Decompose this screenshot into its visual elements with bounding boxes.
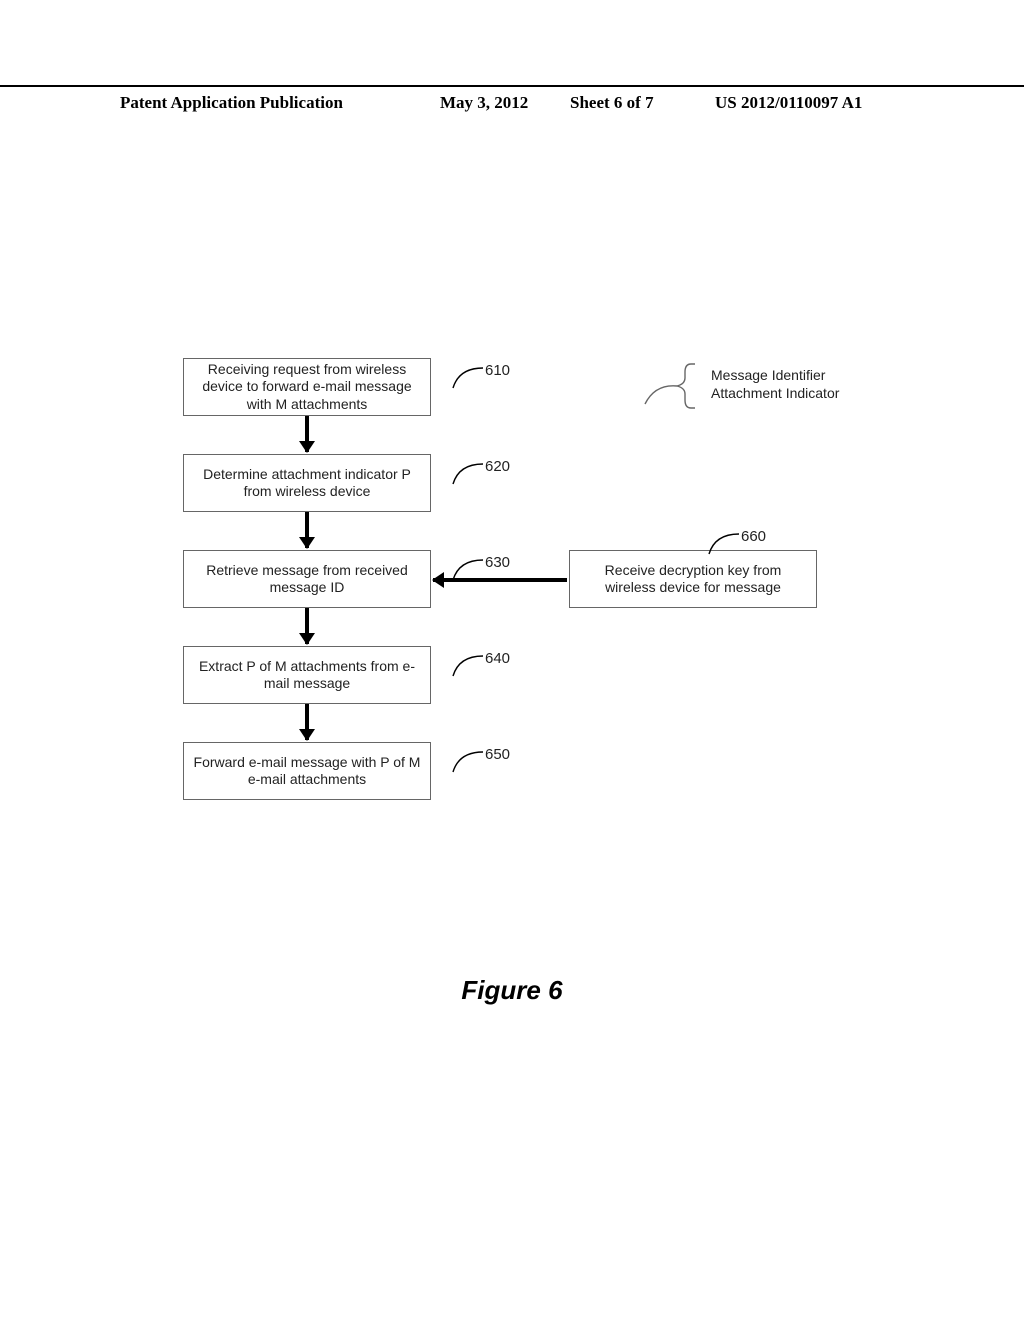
ref-660: 660: [741, 528, 766, 545]
ref-650: 650: [485, 746, 510, 763]
header-left: Patent Application Publication: [120, 93, 343, 113]
step-630-text: Retrieve message from received message I…: [192, 562, 422, 597]
step-620-text: Determine attachment indicator P from wi…: [192, 466, 422, 501]
step-620-box: Determine attachment indicator P from wi…: [183, 454, 431, 512]
header-pubno: US 2012/0110097 A1: [715, 93, 862, 113]
hook-620-icon: [453, 462, 483, 484]
annotation-line2: Attachment Indicator: [711, 384, 839, 402]
annotation-bracket-icon: [645, 364, 695, 408]
step-640-box: Extract P of M attachments from e-mail m…: [183, 646, 431, 704]
arrow-610-620: [305, 416, 309, 452]
hook-640-icon: [453, 654, 483, 676]
arrow-640-650: [305, 704, 309, 740]
step-630-box: Retrieve message from received message I…: [183, 550, 431, 608]
ref-640: 640: [485, 650, 510, 667]
annotation-text: Message Identifier Attachment Indicator: [711, 366, 839, 402]
arrow-630-640: [305, 608, 309, 644]
arrow-620-630: [305, 512, 309, 548]
header-date: May 3, 2012: [440, 93, 528, 113]
step-610-text: Receiving request from wireless device t…: [192, 361, 422, 414]
patent-header: Patent Application Publication May 3, 20…: [0, 85, 1024, 109]
hook-610-icon: [453, 366, 483, 388]
ref-620: 620: [485, 458, 510, 475]
step-610-box: Receiving request from wireless device t…: [183, 358, 431, 416]
hook-660-icon: [709, 532, 739, 554]
figure-caption: Figure 6: [0, 975, 1024, 1006]
annotation-line1: Message Identifier: [711, 366, 839, 384]
step-650-box: Forward e-mail message with P of M e-mai…: [183, 742, 431, 800]
flowchart: Receiving request from wireless device t…: [165, 358, 885, 918]
step-660-text: Receive decryption key from wireless dev…: [578, 562, 808, 597]
header-sheet: Sheet 6 of 7: [570, 93, 654, 113]
hook-630-icon: [453, 558, 483, 580]
step-650-text: Forward e-mail message with P of M e-mai…: [192, 754, 422, 789]
ref-630: 630: [485, 554, 510, 571]
step-660-box: Receive decryption key from wireless dev…: [569, 550, 817, 608]
ref-610: 610: [485, 362, 510, 379]
step-640-text: Extract P of M attachments from e-mail m…: [192, 658, 422, 693]
hook-650-icon: [453, 750, 483, 772]
